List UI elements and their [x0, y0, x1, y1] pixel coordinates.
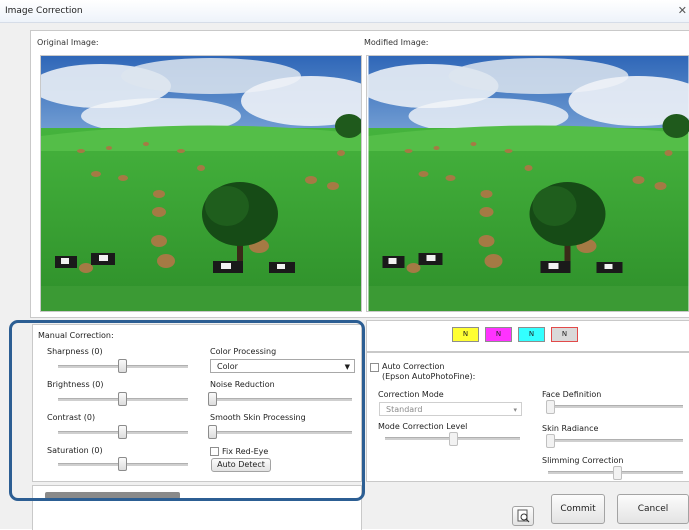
saturation-slider-thumb[interactable]: [118, 457, 127, 471]
original-image: [40, 55, 362, 312]
commit-button[interactable]: Commit: [551, 494, 605, 524]
original-image-label: Original Image:: [37, 38, 99, 47]
noise-reduction-label: Noise Reduction: [210, 380, 275, 389]
face-definition-label: Face Definition: [542, 390, 601, 399]
slimming-slider-thumb[interactable]: [613, 466, 622, 480]
face-definition-slider-track[interactable]: [548, 405, 683, 408]
contrast-slider-thumb[interactable]: [118, 425, 127, 439]
auto-correction-sublabel: (Epson AutoPhotoFine):: [382, 372, 475, 381]
contrast-label: Contrast (0): [47, 413, 95, 422]
window-title: Image Correction: [5, 6, 83, 16]
image-correction-window: Image Correction ✕ Original Image: Modif…: [0, 0, 689, 529]
noise-reduction-slider-thumb[interactable]: [208, 392, 217, 406]
print-preview-button[interactable]: [512, 506, 534, 526]
correction-mode-value: Standard: [386, 405, 422, 414]
noise-reduction-slider-track[interactable]: [212, 398, 352, 401]
color-processing-select[interactable]: Color ▼: [210, 359, 355, 373]
skin-radiance-slider-thumb[interactable]: [546, 434, 555, 448]
color-swatch-1[interactable]: N: [452, 327, 479, 342]
cancel-button[interactable]: Cancel: [617, 494, 689, 524]
skin-radiance-slider-track[interactable]: [548, 439, 683, 442]
auto-correction-label: Auto Correction: [382, 362, 445, 371]
title-bar: Image Correction ✕: [0, 0, 689, 23]
auto-correction-checkbox[interactable]: [370, 363, 379, 372]
smooth-skin-slider-thumb[interactable]: [208, 425, 217, 439]
smooth-skin-label: Smooth Skin Processing: [210, 413, 306, 422]
slimming-correction-label: Slimming Correction: [542, 456, 623, 465]
modified-image-label: Modified Image:: [364, 38, 428, 47]
modified-image: [366, 55, 689, 312]
color-processing-label: Color Processing: [210, 347, 276, 356]
face-definition-slider-thumb[interactable]: [546, 400, 555, 414]
skin-radiance-label: Skin Radiance: [542, 424, 598, 433]
smooth-skin-slider-track[interactable]: [212, 431, 352, 434]
correction-mode-label: Correction Mode: [378, 390, 444, 399]
close-icon[interactable]: ✕: [678, 4, 687, 17]
saturation-label: Saturation (0): [47, 446, 103, 455]
scroll-bar[interactable]: [45, 492, 180, 499]
correction-mode-select[interactable]: Standard ▾: [379, 402, 522, 416]
sharpness-label: Sharpness (0): [47, 347, 103, 356]
mode-level-slider-thumb[interactable]: [449, 432, 458, 446]
color-swatch-4[interactable]: N: [551, 327, 578, 342]
color-swatch-2[interactable]: N: [485, 327, 512, 342]
color-processing-value: Color: [217, 362, 238, 371]
print-preview-icon: [516, 509, 530, 523]
fix-red-eye-label: Fix Red-Eye: [222, 447, 268, 456]
dropdown-arrow-icon: ▼: [345, 360, 350, 374]
manual-correction-header: Manual Correction:: [38, 331, 114, 340]
color-swatch-3[interactable]: N: [518, 327, 545, 342]
brightness-label: Brightness (0): [47, 380, 104, 389]
auto-detect-button[interactable]: Auto Detect: [211, 458, 271, 472]
mode-correction-level-label: Mode Correction Level: [378, 422, 467, 431]
fix-red-eye-checkbox[interactable]: [210, 447, 219, 456]
brightness-slider-thumb[interactable]: [118, 392, 127, 406]
dropdown-arrow-icon: ▾: [513, 403, 517, 417]
sharpness-slider-thumb[interactable]: [118, 359, 127, 373]
